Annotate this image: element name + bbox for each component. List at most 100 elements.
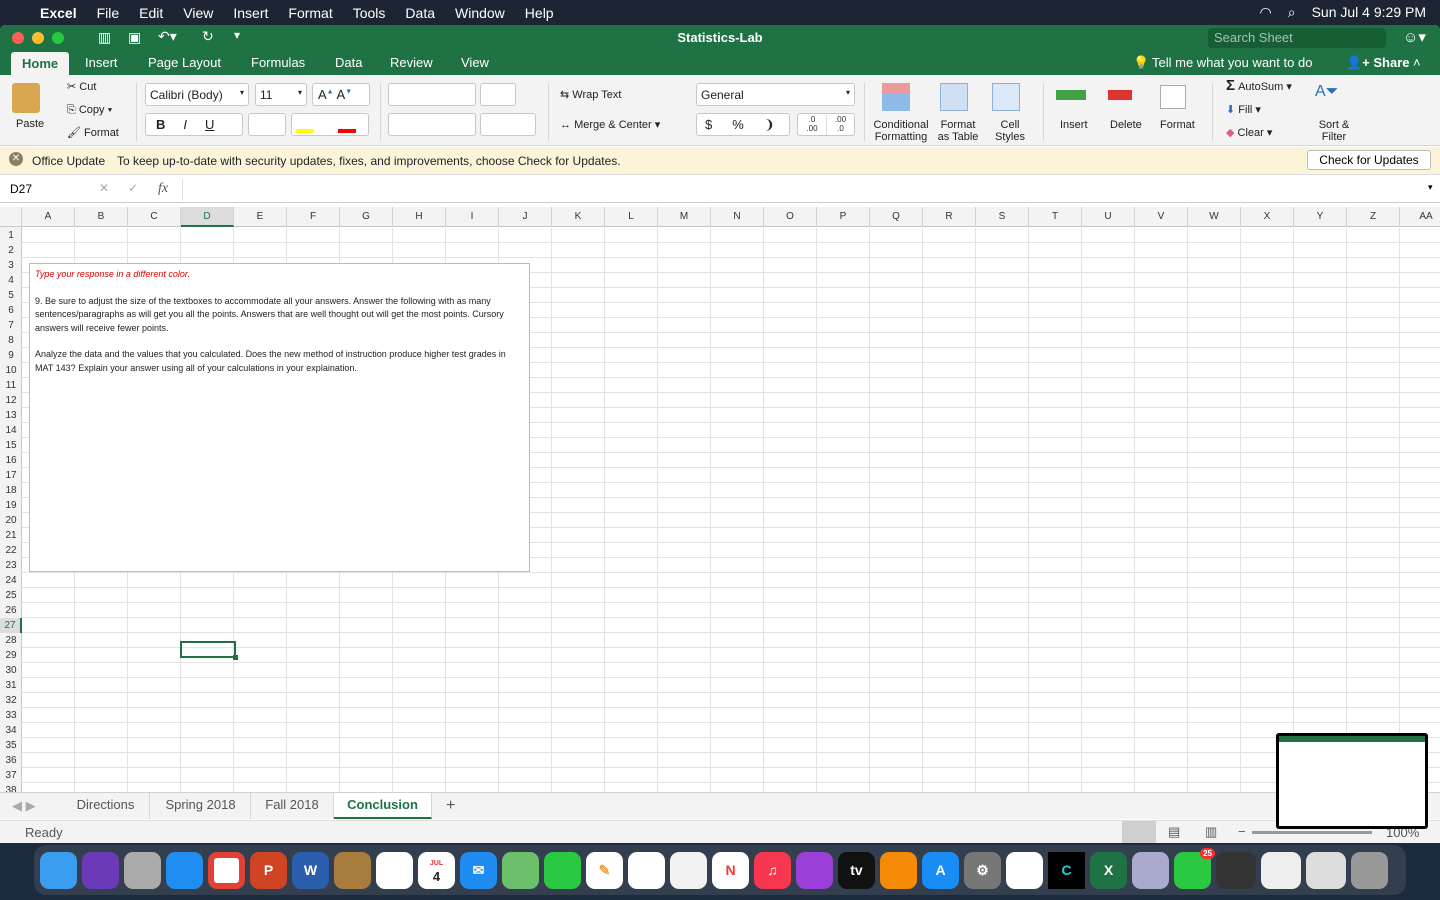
response-textbox[interactable]: Type your response in a different color.… xyxy=(29,263,530,572)
collapse-ribbon-icon[interactable]: ˄ xyxy=(1413,55,1421,70)
column-header-m[interactable]: M xyxy=(658,207,711,227)
conditional-formatting-button[interactable]: Conditional Formatting xyxy=(870,119,932,143)
apple-tv-icon[interactable]: tv xyxy=(838,851,875,889)
grammarly-icon[interactable]: C xyxy=(1048,851,1085,889)
recent-window-2[interactable] xyxy=(1261,851,1301,889)
row-header-35[interactable]: 35 xyxy=(0,738,22,753)
row-header-33[interactable]: 33 xyxy=(0,708,22,723)
underline-button[interactable]: U xyxy=(205,117,214,132)
fill-color-icon[interactable] xyxy=(296,129,314,133)
column-header-c[interactable]: C xyxy=(128,207,181,227)
system-preferences-icon[interactable]: ⚙ xyxy=(964,851,1001,889)
currency-button[interactable]: $ xyxy=(705,117,712,132)
row-header-36[interactable]: 36 xyxy=(0,753,22,768)
column-header-w[interactable]: W xyxy=(1188,207,1241,227)
format-painter-button[interactable]: 🖌 Format xyxy=(67,127,119,139)
insert-cells-button[interactable]: Insert xyxy=(1060,119,1088,131)
search-sheet-input[interactable]: Search Sheet xyxy=(1208,28,1386,48)
column-header-t[interactable]: T xyxy=(1029,207,1082,227)
calendar-icon[interactable]: JUL 4 xyxy=(418,851,455,889)
menu-format[interactable]: Format xyxy=(288,5,332,21)
row-header-23[interactable]: 23 xyxy=(0,558,22,573)
row-header-4[interactable]: 4 xyxy=(0,273,22,288)
row-header-28[interactable]: 28 xyxy=(0,633,22,648)
keynote-icon[interactable] xyxy=(670,851,707,889)
menu-insert[interactable]: Insert xyxy=(233,5,268,21)
number-format-select[interactable]: General ▾ xyxy=(696,83,855,106)
trash-icon[interactable] xyxy=(1351,851,1388,889)
row-header-8[interactable]: 8 xyxy=(0,333,22,348)
column-header-h[interactable]: H xyxy=(393,207,446,227)
cell-styles-button[interactable]: Cell Styles xyxy=(994,119,1026,143)
smiley-feedback-icon[interactable]: ☺▾ xyxy=(1403,28,1426,46)
row-header-6[interactable]: 6 xyxy=(0,303,22,318)
row-header-7[interactable]: 7 xyxy=(0,318,22,333)
tab-page-layout[interactable]: Page Layout xyxy=(148,55,221,70)
cut-button[interactable]: ✂ Cut xyxy=(67,81,96,93)
row-header-15[interactable]: 15 xyxy=(0,438,22,453)
italic-button[interactable]: I xyxy=(183,117,187,132)
row-header-22[interactable]: 22 xyxy=(0,543,22,558)
row-header-9[interactable]: 9 xyxy=(0,348,22,363)
column-header-f[interactable]: F xyxy=(287,207,340,227)
column-header-e[interactable]: E xyxy=(234,207,287,227)
menu-edit[interactable]: Edit xyxy=(139,5,163,21)
sheet-tab-directions[interactable]: Directions xyxy=(62,793,150,819)
tab-review[interactable]: Review xyxy=(390,55,433,70)
reminders-icon[interactable] xyxy=(376,851,413,889)
font-grow-shrink-buttons[interactable]: A▲ A▼ xyxy=(312,83,370,106)
merge-center-button[interactable]: ↔ Merge & Center ▾ xyxy=(560,119,660,131)
insert-cells-icon[interactable] xyxy=(1056,90,1086,100)
numbers-icon[interactable] xyxy=(628,851,665,889)
photos-icon[interactable]: ✿ xyxy=(1006,851,1043,889)
page-layout-view-button[interactable]: ▤ xyxy=(1168,824,1180,840)
contacts-icon[interactable] xyxy=(334,851,371,889)
wrap-text-button[interactable]: ⇆ Wrap Text xyxy=(560,89,621,101)
column-header-o[interactable]: O xyxy=(764,207,817,227)
sheet-tab-conclusion[interactable]: Conclusion xyxy=(334,793,432,819)
dismiss-update-icon[interactable]: ✕ xyxy=(9,152,23,166)
menu-data[interactable]: Data xyxy=(405,5,435,21)
row-header-24[interactable]: 24 xyxy=(0,573,22,588)
fill-button[interactable]: ⬇ Fill ▾ xyxy=(1226,104,1261,116)
sheet-tab-fall-2018[interactable]: Fall 2018 xyxy=(251,793,334,819)
check-for-updates-button[interactable]: Check for Updates xyxy=(1307,150,1431,170)
column-header-u[interactable]: U xyxy=(1082,207,1135,227)
excel-dock-icon[interactable]: X xyxy=(1090,851,1127,889)
finder-icon[interactable] xyxy=(40,851,77,889)
select-all-corner[interactable] xyxy=(0,207,22,227)
powerpoint-icon[interactable]: P xyxy=(250,851,287,889)
font-color-icon[interactable] xyxy=(338,129,356,133)
row-header-19[interactable]: 19 xyxy=(0,498,22,513)
row-header-32[interactable]: 32 xyxy=(0,693,22,708)
row-header-20[interactable]: 20 xyxy=(0,513,22,528)
font-name-select[interactable]: Calibri (Body) ▾ xyxy=(145,83,249,106)
sort-filter-button[interactable]: Sort & Filter xyxy=(1314,119,1354,143)
row-header-2[interactable]: 2 xyxy=(0,243,22,258)
screenshot-thumbnail[interactable] xyxy=(1276,733,1428,829)
preview-icon[interactable] xyxy=(1132,851,1169,889)
podcasts-icon[interactable] xyxy=(796,851,833,889)
messages-icon[interactable]: 25 xyxy=(1174,847,1215,889)
format-cells-icon[interactable] xyxy=(1160,85,1186,109)
bold-button[interactable]: B xyxy=(156,117,165,132)
column-header-z[interactable]: Z xyxy=(1347,207,1400,227)
row-header-27[interactable]: 27 xyxy=(0,618,22,633)
word-icon[interactable]: W xyxy=(292,851,329,889)
scroll-sheets-left-icon[interactable]: ◀ ▶ xyxy=(12,798,36,814)
row-header-21[interactable]: 21 xyxy=(0,528,22,543)
cancel-formula-icon[interactable]: ✕ xyxy=(99,181,109,195)
row-header-18[interactable]: 18 xyxy=(0,483,22,498)
fx-icon[interactable]: fx xyxy=(158,181,168,197)
row-header-5[interactable]: 5 xyxy=(0,288,22,303)
recent-window-1[interactable] xyxy=(1216,851,1256,889)
books-icon[interactable] xyxy=(880,851,917,889)
cell-styles-icon[interactable] xyxy=(992,83,1020,111)
column-header-s[interactable]: S xyxy=(976,207,1029,227)
menu-app-excel[interactable]: Excel xyxy=(40,5,77,21)
mail-icon[interactable]: ✉ xyxy=(460,851,497,889)
fill-handle[interactable] xyxy=(233,655,238,660)
paste-icon[interactable] xyxy=(12,83,40,113)
row-header-13[interactable]: 13 xyxy=(0,408,22,423)
recent-window-3[interactable] xyxy=(1306,851,1346,889)
